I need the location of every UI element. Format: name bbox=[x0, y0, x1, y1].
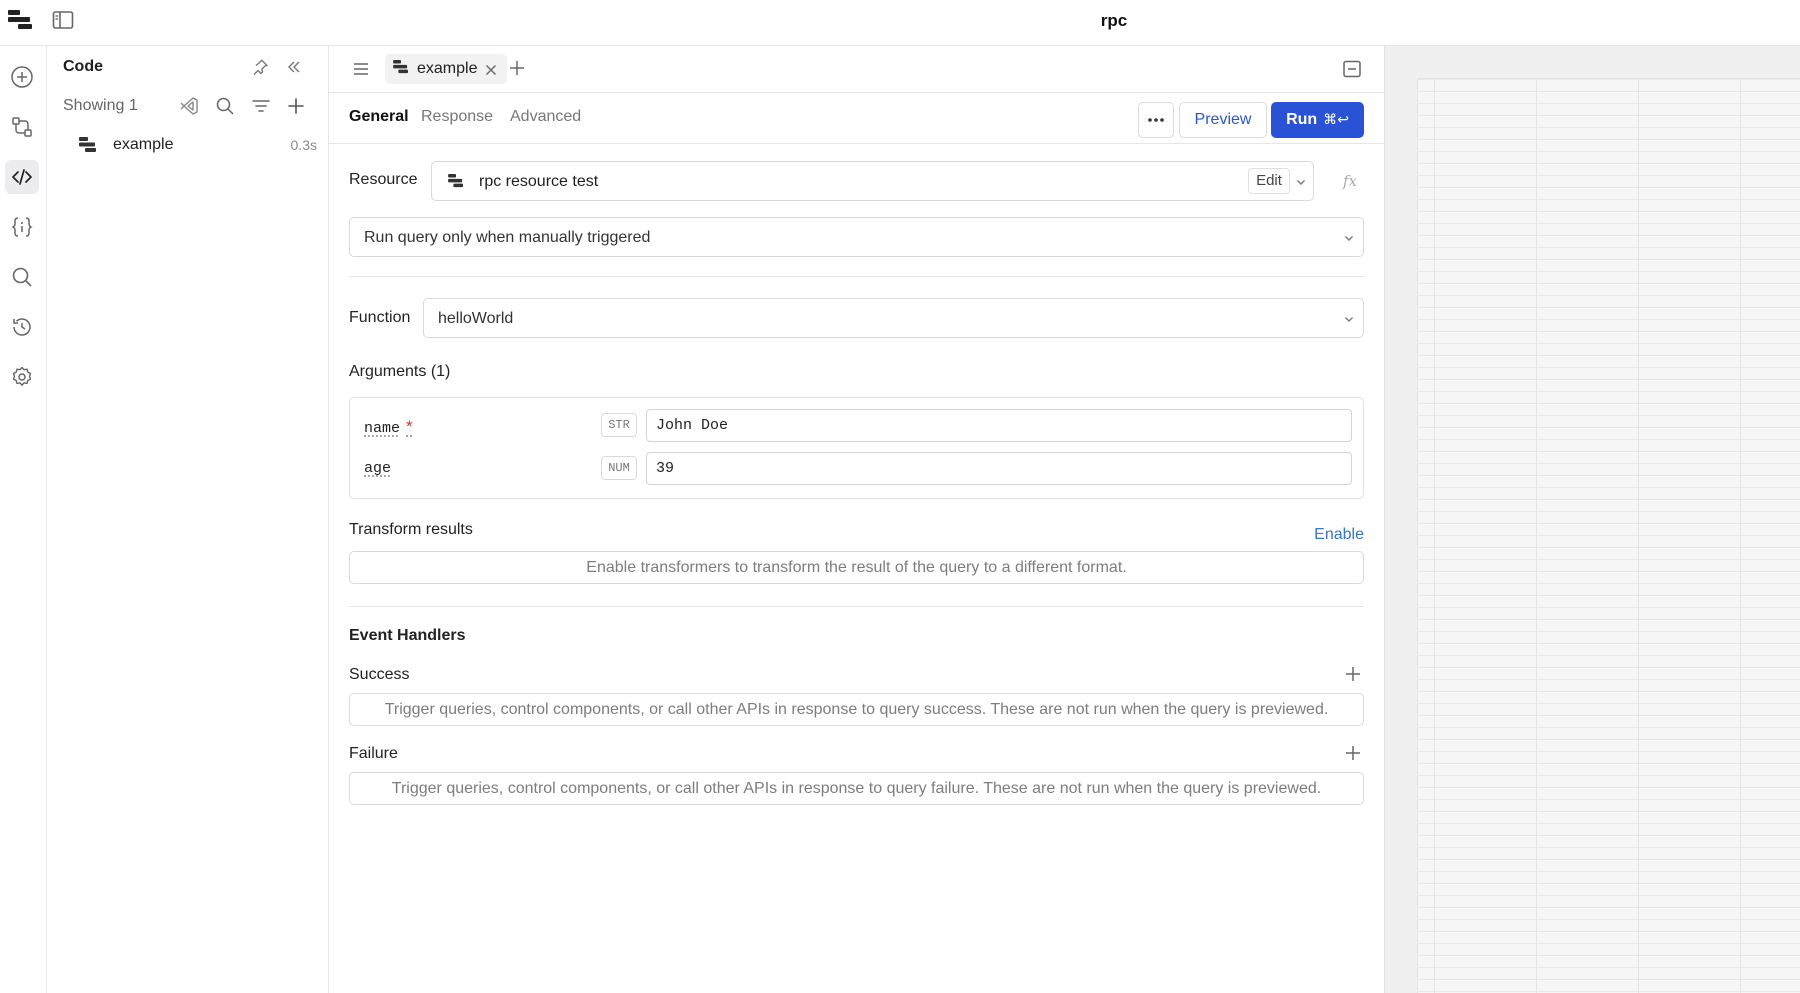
function-value: helloWorld bbox=[438, 310, 514, 327]
pin-icon[interactable] bbox=[249, 56, 271, 78]
run-shortcut: ⌘↩ bbox=[1323, 112, 1349, 128]
event-handlers-heading: Event Handlers bbox=[349, 627, 466, 644]
query-subtabs: General Response Advanced Preview Run ⌘↩ bbox=[329, 93, 1384, 144]
fx-icon[interactable]: fx bbox=[1343, 172, 1357, 190]
query-name: example bbox=[113, 136, 174, 153]
resource-label: Resource bbox=[349, 171, 418, 188]
app-canvas[interactable] bbox=[1384, 46, 1800, 993]
argument-name-text: name bbox=[364, 420, 401, 437]
resource-select[interactable]: rpc resource test Edit bbox=[431, 161, 1314, 201]
filter-icon[interactable] bbox=[250, 95, 272, 117]
left-icon-rail bbox=[0, 46, 47, 993]
app-title: rpc bbox=[1100, 11, 1128, 30]
argument-value-input[interactable]: 39 bbox=[646, 452, 1352, 485]
function-label: Function bbox=[349, 309, 411, 326]
more-dots-icon bbox=[1148, 118, 1164, 122]
code-icon[interactable] bbox=[5, 160, 39, 194]
add-success-handler-icon[interactable] bbox=[1344, 665, 1364, 685]
code-sidebar: Code Showing 1 example 0.3s bbox=[47, 46, 329, 993]
list-item-query[interactable]: example 0.3s bbox=[71, 131, 317, 159]
state-variables-icon[interactable] bbox=[5, 210, 39, 244]
arguments-heading: Arguments (1) bbox=[349, 363, 451, 380]
trigger-mode-value: Run query only when manually triggered bbox=[364, 229, 651, 246]
chevron-down-icon bbox=[1343, 231, 1355, 248]
query-tab-bar: example bbox=[329, 46, 1384, 93]
search-icon[interactable] bbox=[5, 260, 39, 294]
success-label: Success bbox=[349, 666, 410, 683]
add-icon[interactable] bbox=[5, 60, 39, 94]
argument-name: name * bbox=[364, 417, 413, 437]
menu-icon[interactable] bbox=[351, 59, 373, 81]
canvas-grid[interactable] bbox=[1417, 78, 1800, 993]
top-bar: rpc bbox=[0, 0, 1800, 46]
tab-general[interactable]: General bbox=[349, 108, 409, 126]
tab-response[interactable]: Response bbox=[421, 108, 493, 126]
type-badge: NUM bbox=[601, 456, 637, 480]
transform-results-heading: Transform results bbox=[349, 521, 473, 538]
close-icon[interactable] bbox=[485, 63, 497, 75]
resource-icon bbox=[79, 137, 97, 157]
history-icon[interactable] bbox=[5, 310, 39, 344]
workflow-icon[interactable] bbox=[5, 110, 39, 144]
tab-example[interactable]: example bbox=[385, 54, 508, 84]
query-editor: example General Response Advanced Previe… bbox=[329, 46, 1384, 993]
sidebar-toggle-icon[interactable] bbox=[52, 10, 76, 32]
chevron-down-icon[interactable] bbox=[1295, 175, 1307, 192]
required-marker: * bbox=[406, 417, 413, 436]
minimize-panel-icon[interactable] bbox=[1342, 59, 1364, 81]
divider bbox=[349, 606, 1364, 607]
sidebar-title: Code bbox=[63, 58, 103, 75]
success-hint: Trigger queries, control components, or … bbox=[349, 693, 1364, 726]
add-failure-handler-icon[interactable] bbox=[1344, 744, 1364, 764]
arguments-box: name * STR John Doe age NUM 39 bbox=[349, 397, 1364, 499]
app-logo-icon[interactable] bbox=[8, 9, 34, 31]
resource-icon bbox=[448, 174, 464, 192]
argument-value-input[interactable]: John Doe bbox=[646, 409, 1352, 442]
run-label: Run bbox=[1286, 111, 1318, 128]
tab-advanced[interactable]: Advanced bbox=[510, 108, 581, 126]
run-button[interactable]: Run ⌘↩ bbox=[1271, 102, 1364, 138]
add-query-icon[interactable] bbox=[285, 95, 307, 117]
preview-button[interactable]: Preview bbox=[1179, 102, 1267, 138]
failure-label: Failure bbox=[349, 745, 398, 762]
showing-count: Showing 1 bbox=[63, 97, 138, 114]
resource-icon bbox=[393, 60, 409, 78]
settings-gear-icon[interactable] bbox=[5, 360, 39, 394]
chevron-down-icon bbox=[1343, 312, 1355, 329]
divider bbox=[349, 276, 1364, 277]
more-options-button[interactable] bbox=[1138, 102, 1174, 138]
search-icon[interactable] bbox=[214, 95, 236, 117]
query-duration: 0.3s bbox=[290, 137, 317, 153]
enable-transformer-link[interactable]: Enable bbox=[1314, 526, 1364, 544]
edit-resource-button[interactable]: Edit bbox=[1248, 168, 1290, 194]
collapse-sidebar-icon[interactable] bbox=[283, 56, 305, 78]
failure-hint: Trigger queries, control components, or … bbox=[349, 772, 1364, 805]
tab-label: example bbox=[417, 60, 478, 77]
function-select[interactable]: helloWorld bbox=[423, 298, 1364, 338]
transform-hint: Enable transformers to transform the res… bbox=[349, 551, 1364, 584]
type-badge: STR bbox=[601, 413, 637, 437]
add-tab-icon[interactable] bbox=[507, 58, 529, 80]
trigger-mode-select[interactable]: Run query only when manually triggered bbox=[349, 217, 1364, 257]
resource-value: rpc resource test bbox=[479, 173, 599, 190]
vscode-icon[interactable] bbox=[178, 95, 200, 117]
argument-name: age bbox=[364, 460, 392, 477]
